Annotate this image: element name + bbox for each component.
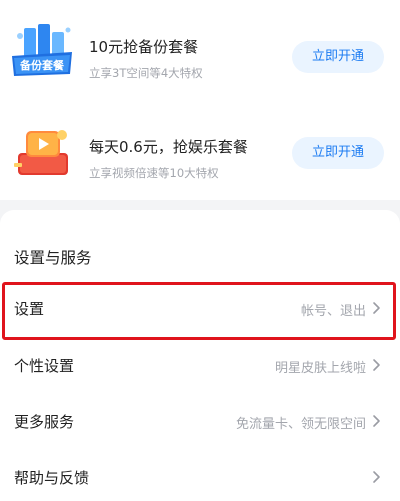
chevron-right-icon — [373, 359, 380, 371]
promo-card-backup[interactable]: 备份套餐 10元抢备份套餐 立享3T空间等4大特权 立即开通 — [0, 0, 400, 105]
open-backup-button[interactable]: 立即开通 — [292, 41, 384, 73]
settings-row-more-services[interactable]: 更多服务 免流量卡、领无限空间 — [0, 393, 400, 449]
settings-row-settings[interactable]: 设置 帐号、退出 — [0, 280, 400, 336]
promo-subtitle: 立享视频倍速等10大特权 — [89, 166, 219, 180]
backup-package-icon: 备份套餐 — [12, 24, 72, 76]
row-value: 帐号、退出 — [300, 304, 366, 319]
chevron-right-icon — [373, 415, 380, 427]
video-entertainment-icon — [14, 130, 68, 175]
chevron-right-icon — [373, 471, 380, 483]
row-label: 设置 — [14, 300, 45, 318]
row-value: 免流量卡、领无限空间 — [235, 417, 366, 432]
promo-card-entertainment[interactable]: 每天0.6元，抢娱乐套餐 立享视频倍速等10大特权 立即开通 — [0, 105, 400, 200]
row-label: 个性设置 — [14, 357, 75, 375]
promo-subtitle: 立享3T空间等4大特权 — [89, 66, 203, 80]
backup-icon-text: 备份套餐 — [19, 58, 65, 72]
row-label: 更多服务 — [14, 413, 75, 431]
settings-services-card: 设置与服务 设置 帐号、退出 个性设置 明星皮肤上线啦 更多服务 免流量卡、领无… — [0, 210, 400, 501]
chevron-right-icon — [373, 302, 380, 314]
open-entertainment-button[interactable]: 立即开通 — [292, 137, 384, 169]
settings-row-help-feedback[interactable]: 帮助与反馈 — [0, 449, 400, 501]
row-label: 帮助与反馈 — [14, 469, 90, 487]
row-value: 明星皮肤上线啦 — [274, 361, 366, 376]
section-title: 设置与服务 — [14, 249, 92, 267]
promo-title: 每天0.6元，抢娱乐套餐 — [89, 138, 248, 156]
promo-title: 10元抢备份套餐 — [89, 38, 199, 56]
settings-row-personalization[interactable]: 个性设置 明星皮肤上线啦 — [0, 337, 400, 393]
